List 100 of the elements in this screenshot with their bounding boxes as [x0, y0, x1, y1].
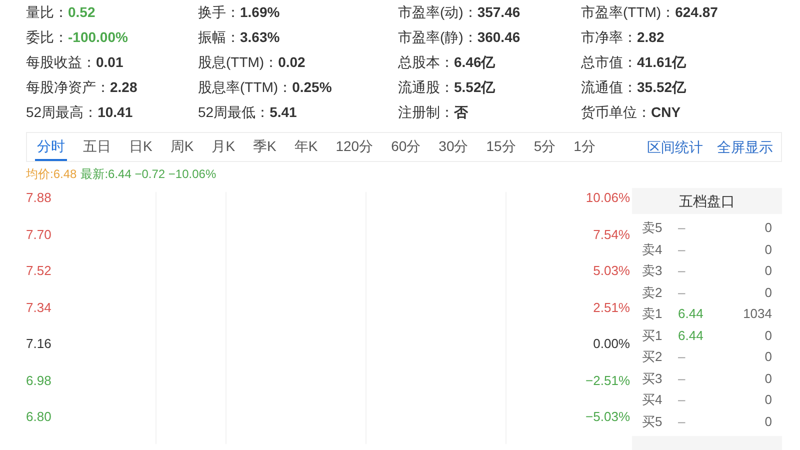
- stat-value: 6.46亿: [454, 53, 496, 72]
- order-book-volume: 0: [764, 284, 772, 302]
- period-tab[interactable]: 季K: [251, 133, 278, 161]
- order-book-volume: 0: [764, 412, 772, 430]
- order-book-volume: 0: [764, 391, 772, 409]
- stat-label: 流通值：: [581, 78, 637, 97]
- stat-label: 每股收益：: [26, 53, 96, 72]
- order-book-volume: 1034: [742, 305, 772, 323]
- price-axis-label: 7.52: [26, 262, 52, 280]
- order-book-price: –: [678, 412, 686, 430]
- stat-label: 货币单位：: [581, 103, 651, 122]
- stat-label: 每股净资产：: [26, 78, 110, 97]
- latest-price-label: 最新:6.44 −0.72 −10.06%: [80, 166, 216, 182]
- order-book-price: 6.44: [678, 305, 704, 323]
- stat-label: 52周最高：: [26, 103, 98, 122]
- price-axis-label: 7.70: [26, 226, 52, 244]
- order-book-label: 买1: [642, 326, 664, 344]
- stat-label: 市盈率(静)：: [398, 28, 478, 47]
- stat-value: 否: [454, 103, 468, 122]
- order-book-volume: 0: [764, 326, 772, 344]
- order-book-label: 买2: [642, 348, 664, 366]
- order-book-label: 买4: [642, 391, 664, 409]
- period-tab[interactable]: 60分: [389, 133, 423, 161]
- order-book-price: 6.44: [678, 326, 704, 344]
- stat-label: 量比：: [26, 3, 68, 22]
- order-book-volume: 0: [764, 240, 772, 258]
- order-book-label: 卖3: [642, 262, 664, 280]
- order-book-volume: 0: [764, 219, 772, 237]
- stat-value: 10.41: [98, 103, 133, 122]
- price-axis-label: 7.34: [26, 298, 52, 316]
- order-book-label: 卖1: [642, 305, 664, 323]
- percent-axis-label: 5.03%: [593, 262, 630, 280]
- order-book-price: –: [678, 348, 686, 366]
- stat-value: 3.63%: [240, 28, 280, 47]
- stat-value: 0.01: [96, 53, 124, 72]
- stat-label: 委比：: [26, 28, 68, 47]
- stat-label: 总股本：: [398, 53, 454, 72]
- stat-value: 2.28: [110, 78, 138, 97]
- order-book-price: –: [678, 240, 686, 258]
- stat-value: 0.52: [68, 3, 96, 22]
- stat-label: 注册制：: [398, 103, 454, 122]
- stat-value: 0.25%: [292, 78, 332, 97]
- stat-value: 5.41: [270, 103, 297, 122]
- period-tab[interactable]: 120分: [334, 133, 376, 161]
- stat-label: 52周最低：: [198, 103, 270, 122]
- stat-value: 5.52亿: [454, 78, 496, 97]
- period-tab[interactable]: 分时: [35, 133, 67, 161]
- stat-value: 624.87: [675, 3, 718, 22]
- period-tab[interactable]: 1分: [572, 133, 598, 161]
- order-book-price: –: [678, 219, 686, 237]
- period-tab[interactable]: 年K: [292, 133, 320, 161]
- stat-label: 流通股：: [398, 78, 454, 97]
- period-tab[interactable]: 五日: [81, 133, 113, 161]
- price-axis-label: 7.16: [26, 335, 52, 353]
- stat-value: 357.46: [477, 3, 520, 22]
- stat-value: 2.82: [637, 28, 664, 47]
- percent-axis-label: −2.51%: [586, 372, 630, 390]
- order-book-price: –: [678, 284, 686, 302]
- order-book-label: 买3: [642, 370, 664, 388]
- percent-axis-label: 10.06%: [586, 189, 630, 207]
- stat-label: 股息率(TTM)：: [198, 78, 292, 97]
- order-book-header: 五档盘口: [632, 188, 782, 214]
- stat-label: 振幅：: [198, 28, 240, 47]
- order-book-volume: 0: [764, 348, 772, 366]
- stat-value: 360.46: [477, 28, 520, 47]
- stat-label: 换手：: [198, 3, 240, 22]
- average-price-label: 均价:6.48: [26, 166, 77, 182]
- stat-value: 35.52亿: [637, 78, 686, 97]
- order-book-label: 买5: [642, 412, 664, 430]
- percent-axis-label: 0.00%: [593, 335, 630, 353]
- period-tab[interactable]: 5分: [532, 133, 558, 161]
- order-book-price: –: [678, 391, 686, 409]
- period-tab[interactable]: 15分: [484, 133, 518, 161]
- stat-value: 0.02: [278, 53, 306, 72]
- price-axis-label: 6.80: [26, 408, 52, 426]
- price-axis-label: 7.88: [26, 189, 52, 207]
- chart-link[interactable]: 全屏显示: [717, 136, 773, 158]
- order-book-label: 卖5: [642, 219, 664, 237]
- stat-label: 股息(TTM)：: [198, 53, 278, 72]
- order-book-label: 卖2: [642, 284, 664, 302]
- chart-link[interactable]: 区间统计: [647, 136, 703, 158]
- percent-axis-label: −5.03%: [586, 408, 630, 426]
- stat-value: 1.69%: [240, 3, 280, 22]
- stat-value: 41.61亿: [637, 53, 686, 72]
- order-book-volume: 0: [764, 370, 772, 388]
- percent-axis-label: 2.51%: [593, 298, 630, 316]
- order-book-label: 卖4: [642, 240, 664, 258]
- period-tab[interactable]: 月K: [210, 133, 238, 161]
- stat-label: 市盈率(动)：: [398, 3, 478, 22]
- period-tab[interactable]: 日K: [127, 133, 154, 161]
- stat-label: 市净率：: [581, 28, 637, 47]
- order-book-price: –: [678, 370, 686, 388]
- stat-label: 市盈率(TTM)：: [581, 3, 676, 22]
- period-tab[interactable]: 30分: [436, 133, 470, 161]
- stat-label: 总市值：: [581, 53, 637, 72]
- price-axis-label: 6.98: [26, 372, 52, 390]
- order-book-volume: 0: [764, 262, 772, 280]
- percent-axis-label: 7.54%: [593, 226, 630, 244]
- stat-value: CNY: [651, 103, 681, 122]
- period-tab[interactable]: 周K: [168, 133, 196, 161]
